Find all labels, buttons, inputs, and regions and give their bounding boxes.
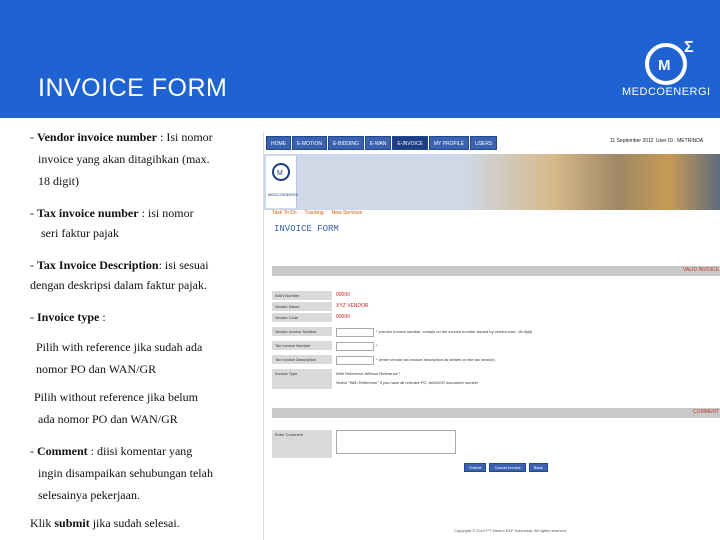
note-line: nomor PO dan WAN/GR [36, 362, 157, 376]
brand-name: MEDCOENERGI [622, 86, 711, 98]
subnav-new-services[interactable]: New Services [332, 210, 363, 216]
medco-logo-icon: M Σ [645, 39, 694, 85]
subnav-task[interactable]: Task To Do [272, 210, 297, 216]
form-row-invoice-type: Invoice Type With Reference Without Refe… [272, 369, 720, 389]
section-bar-comment: COMMENT [272, 408, 720, 418]
invoice-type-note: Select "With Reference" if you have all … [336, 380, 479, 385]
top-nav: HOME E-MOTION E-BIDDING E-WAN E-INVOICE … [266, 136, 498, 150]
form-row-tax-invoice-number: Tax Invoice Number * [272, 341, 720, 351]
form-row-vendor-name: Vendor Name XYZ VENDOR [272, 302, 720, 311]
vendor-invoice-number-input[interactable] [336, 328, 374, 337]
slide-header: INVOICE FORM M Σ MEDCOENERGI [0, 0, 720, 118]
note-comment: - Comment : diisi komentar yang [30, 444, 193, 458]
comment-textarea[interactable] [336, 430, 456, 454]
row-value: 00000 [336, 292, 350, 298]
row-value: XYZ VENDOR [336, 303, 369, 309]
note-submit: Klik submit jika sudah selesai. [30, 516, 180, 530]
row-label: Tax Invoice Number [272, 341, 332, 350]
note-line: Pilih without reference jika belum [34, 390, 198, 404]
section-bar-valid-invoice: VALID INVOICE [272, 266, 720, 276]
sub-nav: Task To Do Tracking New Services [272, 210, 362, 216]
section-label: VALID INVOICE [682, 267, 719, 273]
note-line: Pilih with reference jika sudah ada [36, 340, 203, 354]
nav-myprofile[interactable]: MY PROFILE [428, 136, 470, 150]
note-tax-description: - Tax Invoice Description: isi sesuai [30, 258, 209, 272]
current-date: 11 September 2012 [610, 138, 654, 144]
nav-ewan[interactable]: E-WAN [364, 136, 392, 150]
svg-text:M: M [658, 57, 671, 74]
user-id: User ID : METRINDA [656, 138, 704, 144]
back-button[interactable]: Back [528, 463, 548, 472]
note-line: seri faktur pajak [41, 226, 119, 240]
form-row-vendor-invoice-number: Vendor Invoice Number * (vendor invoice … [272, 327, 720, 337]
nav-home[interactable]: HOME [266, 136, 291, 150]
note-line: invoice yang akan ditagihkan (max. [38, 152, 210, 166]
banner-photo [464, 154, 720, 210]
nav-ebidding[interactable]: E-BIDDING [328, 136, 364, 150]
row-label: Vendor Invoice Number [272, 327, 332, 336]
row-hint: * (enter vendor tax invoice description … [376, 357, 495, 362]
form-row-vendor-code: Vendor Code 00000 [272, 313, 720, 322]
banner-logo-text: MEDCOENERGI [268, 192, 299, 197]
note-invoice-type: - Invoice type : [30, 310, 106, 324]
cancel-invoice-button[interactable]: Cancel Invoice [489, 463, 526, 472]
portal-banner: M MEDCOENERGI [264, 154, 720, 210]
note-line: 18 digit) [38, 174, 79, 188]
section-label: COMMENT [693, 409, 719, 415]
nav-users[interactable]: USERS [470, 136, 498, 150]
row-value: 00000 [336, 314, 350, 320]
invoice-form-screenshot: HOME E-MOTION E-BIDDING E-WAN E-INVOICE … [263, 132, 720, 540]
nav-emotion[interactable]: E-MOTION [292, 136, 327, 150]
note-line: dengan deskripsi dalam faktur pajak. [30, 278, 207, 292]
invoice-type-radio-group[interactable]: With Reference Without Reference * [336, 371, 400, 376]
banner-logo: M MEDCOENERGI [266, 156, 299, 208]
slide-title: INVOICE FORM [38, 74, 228, 102]
note-line: ada nomor PO dan WAN/GR [38, 412, 178, 426]
tax-invoice-number-input[interactable] [336, 342, 374, 351]
note-tax-invoice: - Tax invoice number : isi nomor [30, 206, 194, 220]
svg-text:Σ: Σ [684, 39, 694, 56]
note-vendor-invoice: - Vendor invoice number : Isi nomor [30, 130, 213, 144]
form-buttons: Submit Cancel Invoice Back [464, 463, 548, 472]
row-label: WAN Number [272, 291, 332, 300]
medco-logo-icon: M [272, 163, 290, 181]
comment-label: Enter Comment [272, 430, 332, 458]
form-heading: INVOICE FORM [274, 224, 339, 234]
nav-einvoice[interactable]: E-INVOICE [392, 136, 428, 150]
row-label: Vendor Code [272, 313, 332, 322]
note-line: selesainya pekerjaan. [38, 488, 140, 502]
row-label: Tax Invoice Description [272, 355, 332, 364]
row-hint: * (vendor invoice number, comply on the … [376, 329, 533, 334]
tax-invoice-description-input[interactable] [336, 356, 374, 365]
row-label: Vendor Name [272, 302, 332, 311]
row-hint: * [376, 343, 378, 348]
note-line: ingin disampaikan sehubungan telah [38, 466, 213, 480]
submit-button[interactable]: Submit [464, 463, 487, 472]
form-row-wan: WAN Number 00000 [272, 291, 720, 300]
footer-copyright: Copyright © 2012 PT Medco E&P Indonesia.… [454, 528, 568, 533]
row-label: Invoice Type [272, 369, 332, 389]
svg-text:M: M [277, 170, 283, 177]
subnav-tracking[interactable]: Tracking [305, 210, 324, 216]
form-row-tax-invoice-description: Tax Invoice Description * (enter vendor … [272, 355, 720, 365]
